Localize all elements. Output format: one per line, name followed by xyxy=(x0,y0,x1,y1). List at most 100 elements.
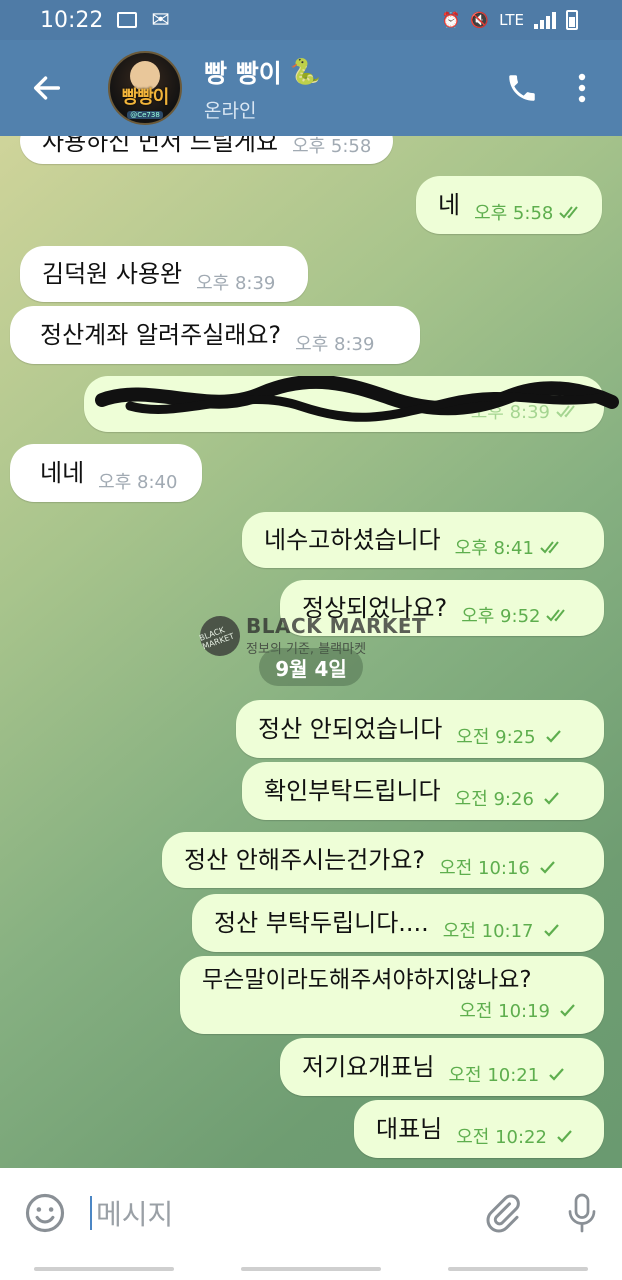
chat-title: 빵 빵이 🐍 xyxy=(204,54,321,90)
message-bubble[interactable]: 사용하신 먼저 드릴게요 오후 5:58 xyxy=(20,136,394,164)
message-time-text: 오후 8:41 xyxy=(454,538,534,559)
message-time: 오후 5:58 xyxy=(292,136,371,164)
nav-handle[interactable] xyxy=(448,1267,589,1271)
message-bubble[interactable]: 대표님 오전 10:22 xyxy=(354,1100,604,1158)
check-icon xyxy=(549,1068,565,1081)
paperclip-icon xyxy=(486,1194,520,1233)
message-time: 오후 8:39 xyxy=(196,269,275,295)
status-time: 10:22 xyxy=(40,7,104,33)
message-time: 오후 8:39 xyxy=(295,330,374,356)
voice-button[interactable] xyxy=(542,1192,622,1234)
double-check-icon xyxy=(559,206,579,219)
message-bubble[interactable]: 정산 부탁두립니다.... 오전 10:17 xyxy=(192,894,604,952)
message-text: 네네 xyxy=(40,458,85,487)
message-input-placeholder: 메시지 xyxy=(96,1198,174,1231)
nav-handle[interactable] xyxy=(240,1267,381,1271)
message-text: 무슨말이라도해주셔야하지않나요? xyxy=(202,967,532,994)
message-bubble[interactable]: 정산계좌 알려주실래요? 오후 8:39 xyxy=(10,306,420,364)
message-time-text: 오전 10:19 xyxy=(459,1000,550,1022)
message-time-text: 오전 10:16 xyxy=(439,858,530,879)
message-bubble[interactable]: 확인부탁드립니다 오전 9:26 xyxy=(242,762,604,820)
message-time: 오전 10:16 xyxy=(439,854,562,880)
message-text: 김덕원 사용완 xyxy=(42,259,183,288)
kebab-menu-icon xyxy=(578,73,586,103)
watermark-logo: BLACK MARKET xyxy=(194,609,246,662)
message-text: 정산계좌 알려주실래요? xyxy=(40,320,282,349)
message-time-text: 오후 8:39 xyxy=(196,273,276,294)
message-text: 정산 부탁두립니다.... xyxy=(214,908,429,937)
message-time-text: 오후 9:52 xyxy=(461,606,541,627)
message-text: 대표님 xyxy=(376,1114,443,1143)
mute-icon: 🔇 xyxy=(470,11,490,29)
message-bubble[interactable]: 저기요개표님 오전 10:21 xyxy=(280,1038,604,1096)
message-time-text: 오전 9:26 xyxy=(454,789,534,810)
network-label: LTE xyxy=(499,11,524,29)
text-cursor xyxy=(90,1196,92,1230)
message-time-text: 오전 10:17 xyxy=(442,921,534,942)
message-bubble[interactable]: 정산 안되었습니다 오전 9:25 xyxy=(236,700,604,758)
message-time: 오후 8:41 xyxy=(455,534,566,560)
message-time: 오전 10:22 xyxy=(456,1123,579,1149)
nav-handle[interactable] xyxy=(33,1267,174,1271)
message-input[interactable]: 메시지 xyxy=(90,1193,462,1233)
message-time-text: 오후 5:58 xyxy=(292,136,372,157)
message-composer: 메시지 xyxy=(0,1168,622,1258)
emoji-button[interactable] xyxy=(0,1192,90,1234)
message-time: 오전 10:17 xyxy=(443,917,566,943)
chat-header: 빵빵이 @Ce738 빵 빵이 🐍 온라인 xyxy=(0,40,622,136)
phone-icon xyxy=(509,75,535,101)
more-options-button[interactable] xyxy=(552,40,612,136)
chat-title-block[interactable]: 빵 빵이 🐍 온라인 xyxy=(204,54,321,123)
message-bubble[interactable]: 김덕원 사용완 오후 8:39 xyxy=(20,246,308,302)
chat-area[interactable]: 사용하신 먼저 드릴게요 오후 5:58 네 오후 5:58 김덕원 사용완 오… xyxy=(0,136,622,1168)
battery-icon xyxy=(566,10,578,30)
message-bubble[interactable]: 무슨말이라도해주셔야하지않나요? 오전 10:19 xyxy=(180,956,604,1034)
message-text: 네수고하셨습니다 xyxy=(264,525,441,554)
avatar-tag: @Ce738 xyxy=(127,111,163,119)
system-nav-bar xyxy=(0,1258,622,1280)
message-time: 오전 10:21 xyxy=(448,1061,571,1087)
call-button[interactable] xyxy=(492,40,552,136)
check-icon xyxy=(560,1004,575,1017)
message-time: 오전 10:19 xyxy=(459,997,582,1023)
check-icon xyxy=(540,861,555,874)
message-bubble[interactable]: 네 오후 5:58 xyxy=(416,176,602,234)
message-time-text: 오후 8:40 xyxy=(98,472,178,493)
chat-status: 온라인 xyxy=(204,99,257,122)
check-icon xyxy=(545,730,561,743)
message-text: 정산 안되었습니다 xyxy=(258,714,443,743)
check-icon xyxy=(557,1130,572,1143)
message-time: 오후 8:40 xyxy=(98,468,177,494)
avatar-text: 빵빵이 xyxy=(121,87,170,108)
microphone-icon xyxy=(568,1193,596,1233)
message-text: 확인부탁드립니다 xyxy=(264,776,441,805)
check-icon xyxy=(543,924,559,937)
message-text: 정산 안해주시는건가요? xyxy=(184,845,426,874)
message-time: 오후 5:58 xyxy=(474,199,585,225)
message-time-text: 오전 10:22 xyxy=(456,1127,547,1148)
signal-icon xyxy=(534,11,556,29)
status-bar: 10:22 ✉ ⏰ 🔇 LTE xyxy=(0,0,622,40)
message-time: 오전 9:25 xyxy=(456,723,567,749)
smiley-icon xyxy=(25,1193,65,1233)
double-check-icon xyxy=(546,609,566,622)
message-time-text: 오후 5:58 xyxy=(474,203,554,224)
alarm-icon: ⏰ xyxy=(441,11,461,29)
message-time: 오후 9:52 xyxy=(461,602,572,628)
avatar[interactable]: 빵빵이 @Ce738 xyxy=(108,51,182,125)
snake-emoji-icon: 🐍 xyxy=(289,56,321,86)
message-time: 오전 9:26 xyxy=(455,785,566,811)
back-button[interactable] xyxy=(12,40,82,136)
check-icon xyxy=(544,792,559,805)
message-time-text: 오전 9:25 xyxy=(456,727,536,748)
message-time-text: 오전 10:21 xyxy=(448,1065,540,1086)
redaction-scribble xyxy=(95,376,619,422)
message-bubble[interactable]: 네네 오후 8:40 xyxy=(10,444,202,502)
message-bubble[interactable]: 네수고하셨습니다 오후 8:41 xyxy=(242,512,604,568)
arrow-left-icon xyxy=(33,76,61,100)
mail-icon: ✉ xyxy=(151,7,170,33)
attach-button[interactable] xyxy=(462,1193,542,1233)
message-time-text: 오후 8:39 xyxy=(295,334,375,355)
watermark-title: BLACK MARKET xyxy=(246,614,427,638)
message-bubble[interactable]: 정산 안해주시는건가요? 오전 10:16 xyxy=(162,832,604,888)
